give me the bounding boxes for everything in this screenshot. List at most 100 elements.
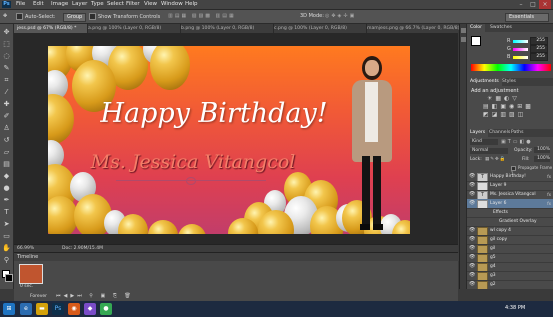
gradient-tool-icon[interactable]: ▤ <box>2 160 11 169</box>
green-slider[interactable] <box>513 48 528 51</box>
blur-tool-icon[interactable]: ◆ <box>2 172 11 181</box>
lock-icons[interactable]: ▦✎✥🔒 <box>485 157 506 162</box>
background-color-swatch[interactable] <box>5 274 13 282</box>
menu-window[interactable]: Window <box>161 1 183 7</box>
lasso-tool-icon[interactable]: ◌ <box>2 52 11 61</box>
opacity-value[interactable]: 100% <box>534 147 550 153</box>
menu-select[interactable]: Select <box>107 1 124 7</box>
layer-filter-kind[interactable]: Kind <box>470 139 498 145</box>
3d-mode-icons[interactable]: ◎✥◈✢▣ <box>325 13 356 19</box>
menu-type[interactable]: Type <box>91 1 104 7</box>
menu-view[interactable]: View <box>144 1 157 7</box>
firefox-icon[interactable]: ◉ <box>68 303 80 315</box>
menu-help[interactable]: Help <box>185 1 198 7</box>
green-value[interactable]: 255 <box>530 45 548 53</box>
lock-label: Lock: <box>470 157 482 162</box>
shape-tool-icon[interactable]: ▭ <box>2 232 11 241</box>
red-slider[interactable] <box>513 40 528 43</box>
frame-delay[interactable]: 0 sec. <box>20 284 33 289</box>
menu-image[interactable]: Image <box>51 1 68 7</box>
visibility-eye-icon[interactable]: 👁 <box>469 181 475 190</box>
visibility-eye-icon[interactable]: 👁 <box>469 190 475 199</box>
visibility-eye-icon[interactable]: 👁 <box>469 253 475 262</box>
pen-tool-icon[interactable]: ✒ <box>2 196 11 205</box>
layer-filter-icons[interactable]: ▣T▭◧● <box>501 139 533 145</box>
transform-controls-checkbox[interactable]: Show Transform Controls <box>89 13 160 20</box>
visibility-eye-icon[interactable]: 👁 <box>469 280 475 289</box>
blue-value[interactable]: 255 <box>530 53 548 61</box>
brush-tool-icon[interactable]: ✐ <box>2 112 11 121</box>
type-tool-icon[interactable]: T <box>2 208 11 217</box>
quick-select-tool-icon[interactable]: ✎ <box>2 64 11 73</box>
visibility-eye-icon[interactable]: 👁 <box>469 235 475 244</box>
zoom-tool-icon[interactable]: ⚲ <box>2 256 11 265</box>
tab-c-png[interactable]: c.png @ 100% (Layer 0, RGB/8) <box>271 24 367 33</box>
options-bar: ✥ Auto-Select: Group Show Transform Cont… <box>0 10 553 24</box>
fill-value[interactable]: 100% <box>534 156 550 162</box>
workspace-dropdown[interactable]: Essentials <box>505 13 549 22</box>
menu-filter[interactable]: Filter <box>126 1 140 7</box>
red-value[interactable]: 255 <box>530 37 548 45</box>
loop-dropdown[interactable]: Forever <box>30 294 47 299</box>
tab-mamjess-png[interactable]: mamjess.png @ 66.7% (Layer 0, RGB/8) <box>364 24 462 33</box>
marquee-tool-icon[interactable]: ⬚ <box>2 40 11 49</box>
auto-select-dropdown[interactable]: Group <box>63 13 87 22</box>
visibility-eye-icon[interactable]: 👁 <box>469 271 475 280</box>
clone-stamp-tool-icon[interactable]: ♙ <box>2 124 11 133</box>
layer-effects-icon[interactable]: fx <box>547 190 551 199</box>
blend-mode-select[interactable]: Normal <box>470 148 508 154</box>
tab-jess-psd[interactable]: jess.psd @ 67% (RGB/8) * <box>14 24 88 33</box>
visibility-eye-icon[interactable]: 👁 <box>469 172 475 181</box>
eyedropper-tool-icon[interactable]: ⁄ <box>2 88 11 97</box>
visibility-eye-icon[interactable]: 👁 <box>469 199 475 208</box>
chrome-icon[interactable]: ● <box>100 303 112 315</box>
layer-effects-icon[interactable]: fx <box>547 199 551 208</box>
history-brush-tool-icon[interactable]: ↺ <box>2 136 11 145</box>
menu-layer[interactable]: Layer <box>72 1 87 7</box>
right-panels: Color Swatches R 255 G 255 B 255 Adjustm… <box>466 24 553 289</box>
eraser-tool-icon[interactable]: ▱ <box>2 148 11 157</box>
align-icons[interactable]: ▥▤▦ ▧▨▩ ▥▤▦ <box>168 13 236 19</box>
blue-slider[interactable] <box>513 56 528 59</box>
ie-icon[interactable]: e <box>20 303 32 315</box>
path-select-tool-icon[interactable]: ➤ <box>2 220 11 229</box>
minimize-button[interactable]: – <box>515 0 527 9</box>
visibility-eye-icon[interactable]: 👁 <box>469 244 475 253</box>
document-canvas[interactable]: Happy Birthday! Ms. Jessica Vitangcol <box>48 46 410 234</box>
close-button[interactable]: × <box>539 0 551 9</box>
layer-effects-icon[interactable]: fx <box>547 172 551 181</box>
crop-tool-icon[interactable]: ⌗ <box>2 76 11 85</box>
folder-icon[interactable]: ▬ <box>36 303 48 315</box>
dodge-tool-icon[interactable]: ● <box>2 184 11 193</box>
adjustment-icons-row1[interactable]: ☀▦◐▽ <box>487 95 520 102</box>
adjustment-icons-row2[interactable]: ▤◧▣◉⊞▩ <box>483 103 534 110</box>
menu-file[interactable]: File <box>16 1 25 7</box>
tab-swatches[interactable]: Swatches <box>487 24 515 32</box>
move-tool-icon[interactable]: ✥ <box>2 28 11 37</box>
tab-paths[interactable]: Paths <box>508 129 527 137</box>
zoom-level[interactable]: 66.99% <box>17 245 34 252</box>
fg-color-preview[interactable] <box>471 36 481 46</box>
app-icon[interactable]: ◆ <box>84 303 96 315</box>
tab-color[interactable]: Color <box>467 24 485 32</box>
adjustments-panel-tabs: Adjustments Styles <box>467 78 553 86</box>
visibility-eye-icon[interactable]: 👁 <box>469 226 475 235</box>
frame-thumbnail[interactable] <box>19 264 43 284</box>
start-button-icon[interactable]: ⊞ <box>3 303 15 315</box>
adjustment-icons-row3[interactable]: ◩◪▥▨◫ <box>483 111 526 118</box>
playback-controls[interactable]: ⏮◀▶⏭ ⚲ ▣ ⎘ 🗑 <box>56 293 134 299</box>
tab-a-png[interactable]: a.png @ 100% (Layer 0, RGB/8) <box>85 24 181 33</box>
healing-tool-icon[interactable]: ✚ <box>2 100 11 109</box>
photoshop-taskbar-icon[interactable]: Ps <box>52 303 64 315</box>
hand-tool-icon[interactable]: ✋ <box>2 244 11 253</box>
tab-styles[interactable]: Styles <box>499 78 519 86</box>
layer-name: g4 <box>490 264 496 269</box>
tab-b-png[interactable]: b.png @ 100% (Layer 0, RGB/8) <box>178 24 274 33</box>
menu-edit[interactable]: Edit <box>33 1 44 7</box>
color-spectrum[interactable] <box>471 64 551 71</box>
tab-adjustments[interactable]: Adjustments <box>467 78 502 86</box>
auto-select-checkbox[interactable]: Auto-Select: <box>16 13 56 20</box>
visibility-eye-icon[interactable]: 👁 <box>469 262 475 271</box>
layer-row[interactable]: 👁 g2 <box>467 280 553 289</box>
maximize-button[interactable]: □ <box>527 0 539 9</box>
